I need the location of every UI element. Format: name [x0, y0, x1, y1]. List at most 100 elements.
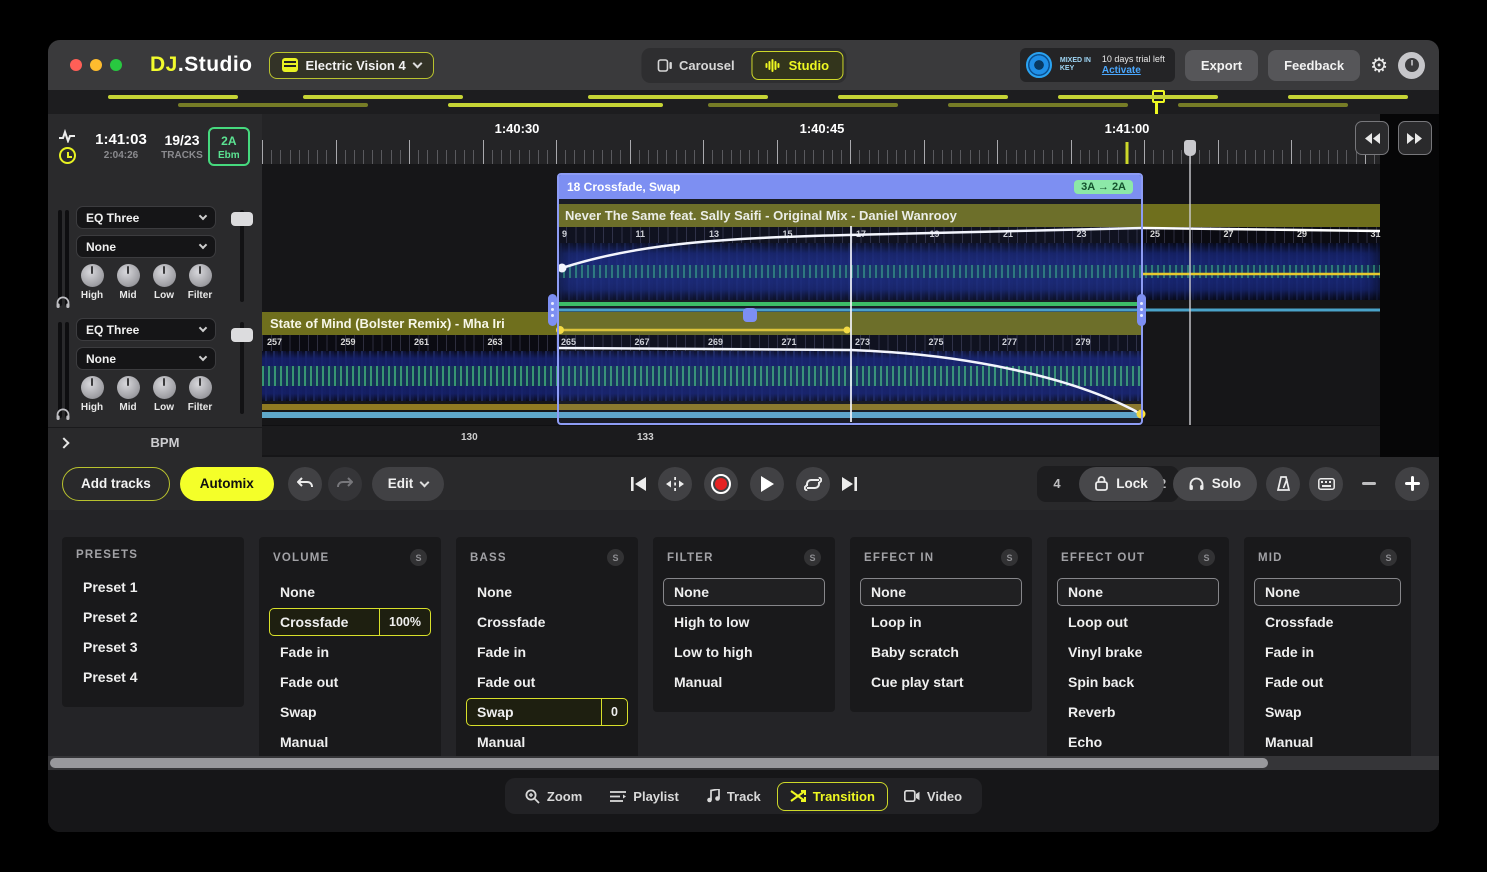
- panel-item-echo[interactable]: Echo: [1057, 728, 1219, 756]
- panel-item-none[interactable]: None: [663, 578, 825, 606]
- sync-badge[interactable]: S: [607, 549, 624, 566]
- panel-item-value[interactable]: 100%: [379, 609, 430, 635]
- panel-item-fade-out[interactable]: Fade out: [1254, 668, 1401, 696]
- transition-header[interactable]: 18 Crossfade, Swap 3A → 2A: [559, 175, 1141, 199]
- low-knob[interactable]: [152, 376, 176, 399]
- zoom-in-button[interactable]: [1395, 466, 1429, 501]
- sync-badge[interactable]: S: [1380, 549, 1397, 566]
- sync-badge[interactable]: S: [804, 549, 821, 566]
- panel-item-preset-1[interactable]: Preset 1: [72, 573, 234, 601]
- activate-link[interactable]: Activate: [1102, 65, 1165, 76]
- panel-item-fade-in[interactable]: Fade in: [269, 638, 431, 666]
- time-ruler[interactable]: 1:40:30 1:40:45 1:41:00: [262, 114, 1380, 164]
- mid-knob[interactable]: [116, 376, 140, 399]
- playhead-marker[interactable]: [1184, 140, 1196, 156]
- panel-item-low-to-high[interactable]: Low to high: [663, 638, 825, 666]
- panel-item-fade-out[interactable]: Fade out: [269, 668, 431, 696]
- lock-button[interactable]: Lock: [1079, 466, 1164, 501]
- solo-button[interactable]: Solo: [1172, 466, 1257, 501]
- panel-item-none[interactable]: None: [1254, 578, 1401, 606]
- fader-handle[interactable]: [231, 212, 253, 226]
- panel-item-preset-4[interactable]: Preset 4: [72, 663, 234, 691]
- quantize-4-button[interactable]: 4: [1040, 469, 1074, 499]
- filter-knob[interactable]: [188, 376, 212, 399]
- panel-item-none[interactable]: None: [269, 578, 431, 606]
- panel-item-manual[interactable]: Manual: [1254, 728, 1401, 756]
- feedback-button[interactable]: Feedback: [1268, 49, 1361, 81]
- user-avatar[interactable]: [1398, 51, 1425, 79]
- redo-button[interactable]: [327, 466, 362, 501]
- panel-item-fade-in[interactable]: Fade in: [1254, 638, 1401, 666]
- sync-badge[interactable]: S: [410, 549, 427, 566]
- panel-item-none[interactable]: None: [1057, 578, 1219, 606]
- volume-fader[interactable]: [231, 210, 253, 302]
- tab-track[interactable]: Track: [695, 783, 773, 810]
- panel-item-loop-in[interactable]: Loop in: [860, 608, 1022, 636]
- transition-left-handle[interactable]: [548, 294, 557, 326]
- minimap-playhead[interactable]: [1152, 90, 1165, 114]
- volume-fader[interactable]: [231, 322, 253, 414]
- record-button[interactable]: [703, 466, 738, 501]
- sync-badge[interactable]: S: [1198, 549, 1215, 566]
- edit-menu-button[interactable]: Edit: [371, 466, 445, 501]
- low-knob[interactable]: [152, 264, 176, 287]
- panel-item-preset-3[interactable]: Preset 3: [72, 633, 234, 661]
- panel-item-vinyl-brake[interactable]: Vinyl brake: [1057, 638, 1219, 666]
- panel-item-manual[interactable]: Manual: [663, 668, 825, 696]
- settings-gear-icon[interactable]: ⚙: [1370, 53, 1388, 78]
- metronome-button[interactable]: [1266, 466, 1300, 501]
- panel-item-baby-scratch[interactable]: Baby scratch: [860, 638, 1022, 666]
- horizontal-scrollbar[interactable]: [48, 756, 1439, 770]
- panel-item-none[interactable]: None: [466, 578, 628, 606]
- overview-minimap[interactable]: [48, 90, 1439, 114]
- transition-region[interactable]: 18 Crossfade, Swap 3A → 2A: [557, 173, 1143, 425]
- filter-knob[interactable]: [188, 264, 212, 287]
- loop-button[interactable]: [795, 466, 830, 501]
- transition-mid-handle[interactable]: [743, 308, 757, 322]
- panel-item-swap[interactable]: Swap 0: [466, 698, 628, 726]
- panel-item-none[interactable]: None: [860, 578, 1022, 606]
- undo-button[interactable]: [287, 466, 322, 501]
- panel-item-fade-out[interactable]: Fade out: [466, 668, 628, 696]
- panel-item-loop-out[interactable]: Loop out: [1057, 608, 1219, 636]
- headphones-cue-icon[interactable]: [56, 408, 70, 420]
- panel-item-crossfade[interactable]: Crossfade 100%: [269, 608, 431, 636]
- effect-select[interactable]: None: [76, 347, 216, 370]
- eq-mode-select[interactable]: EQ Three: [76, 206, 216, 229]
- add-tracks-button[interactable]: Add tracks: [62, 466, 170, 501]
- mid-knob[interactable]: [116, 264, 140, 287]
- zoom-out-button[interactable]: [1352, 467, 1386, 501]
- headphones-cue-icon[interactable]: [56, 296, 70, 308]
- panel-item-crossfade[interactable]: Crossfade: [1254, 608, 1401, 636]
- automix-button[interactable]: Automix: [179, 466, 274, 501]
- minimize-window-button[interactable]: [90, 59, 102, 71]
- close-window-button[interactable]: [70, 59, 82, 71]
- tab-video[interactable]: Video: [892, 783, 974, 810]
- tab-zoom[interactable]: Zoom: [513, 783, 594, 810]
- jump-back-button[interactable]: [1355, 121, 1389, 155]
- tab-studio[interactable]: Studio: [751, 50, 844, 80]
- high-knob[interactable]: [80, 264, 104, 287]
- panel-item-manual[interactable]: Manual: [269, 728, 431, 756]
- timeline-canvas[interactable]: 1:40:30 1:40:45 1:41:00 Never The Same fea…: [262, 114, 1439, 457]
- project-selector[interactable]: Electric Vision 4: [268, 51, 434, 79]
- panel-item-cue-play-start[interactable]: Cue play start: [860, 668, 1022, 696]
- transition-right-handle[interactable]: [1137, 294, 1146, 326]
- panel-item-swap[interactable]: Swap: [269, 698, 431, 726]
- play-button[interactable]: [749, 466, 784, 501]
- snap-to-playhead-button[interactable]: [657, 466, 692, 501]
- panel-item-manual[interactable]: Manual: [466, 728, 628, 756]
- skip-to-start-button[interactable]: [630, 476, 646, 491]
- scrollbar-thumb[interactable]: [50, 758, 1268, 768]
- shortcuts-button[interactable]: [1309, 466, 1343, 501]
- export-button[interactable]: Export: [1184, 49, 1259, 81]
- panel-item-reverb[interactable]: Reverb: [1057, 698, 1219, 726]
- panel-item-swap[interactable]: Swap: [1254, 698, 1401, 726]
- panel-item-preset-2[interactable]: Preset 2: [72, 603, 234, 631]
- panel-item-value[interactable]: 0: [601, 699, 627, 725]
- tab-transition[interactable]: Transition: [776, 781, 888, 811]
- maximize-window-button[interactable]: [110, 59, 122, 71]
- jump-forward-button[interactable]: [1398, 121, 1432, 155]
- skip-to-end-button[interactable]: [841, 476, 857, 491]
- high-knob[interactable]: [80, 376, 104, 399]
